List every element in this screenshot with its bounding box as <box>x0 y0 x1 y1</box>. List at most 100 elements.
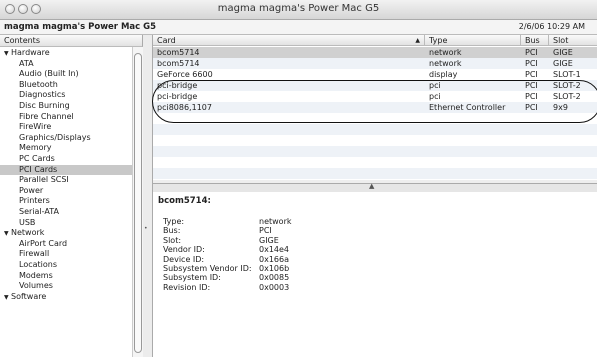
vertical-splitter[interactable]: • <box>143 35 153 357</box>
table-row[interactable]: pci8086,1107 Ethernet Controller PCI 9x9 <box>153 102 597 113</box>
system-profiler-window: magma magma's Power Mac G5 magma magma's… <box>0 0 597 357</box>
cell-bus: PCI <box>525 70 538 79</box>
detail-field-value: 0x106b <box>259 264 290 273</box>
sidebar-item-fibre-channel[interactable]: Fibre Channel <box>0 111 142 123</box>
sidebar-item-volumes[interactable]: Volumes <box>0 281 142 292</box>
detail-field: Subsystem Vendor ID: 0x106b <box>163 264 289 273</box>
table-row[interactable]: pci-bridge pci PCI SLOT-2 <box>153 80 597 91</box>
sidebar-item-bluetooth[interactable]: Bluetooth <box>0 80 142 91</box>
sidebar-item-usb[interactable]: USB <box>0 217 142 229</box>
sidebar-item-power[interactable]: Power <box>0 186 142 197</box>
sidebar-item-disc-burning[interactable]: Disc Burning <box>0 101 142 112</box>
disclosure-triangle-icon[interactable]: ▼ <box>4 293 11 304</box>
detail-field-key: Subsystem Vendor ID: <box>163 264 252 273</box>
detail-field-value: 0x0085 <box>259 273 290 283</box>
column-header-type-label: Type <box>429 36 448 45</box>
sidebar-header: Contents <box>0 35 143 47</box>
detail-field: Subsystem ID: 0x0085 <box>163 273 289 282</box>
sidebar-item-label: Modems <box>19 270 53 280</box>
detail-pane: bcom5714: Type: network Bus: PCI Slot: GIGE Ve… <box>153 192 597 357</box>
column-header-bus[interactable]: Bus <box>521 35 549 46</box>
cell-type: display <box>429 70 458 79</box>
column-header-slot[interactable]: Slot <box>549 35 597 46</box>
sidebar-item-label: ATA <box>19 58 34 68</box>
detail-field-key: Revision ID: <box>163 282 211 292</box>
detail-field-key: Bus: <box>163 226 181 236</box>
table-row[interactable]: GeForce 6600 display PCI SLOT-1 <box>153 69 597 80</box>
detail-field-key: Slot: <box>163 235 182 245</box>
cell-slot: SLOT-2 <box>553 81 581 90</box>
cell-type: pci <box>429 92 441 101</box>
sidebar-header-label: Contents <box>4 36 40 45</box>
sidebar-item-graphics-displays[interactable]: Graphics/Displays <box>0 132 142 144</box>
column-header-type[interactable]: Type <box>425 35 521 46</box>
sidebar-item-label: Fibre Channel <box>19 111 74 121</box>
sidebar-item-label: PCI Cards <box>19 164 58 174</box>
cell-type: network <box>429 59 462 68</box>
sidebar-item-label: Locations <box>19 260 58 269</box>
sidebar-item-pc-cards[interactable]: PC Cards <box>0 154 142 165</box>
sidebar-item-label: Audio (Built In) <box>19 69 79 79</box>
sidebar-item-label: Firewall <box>19 249 50 259</box>
detail-field-value: network <box>259 217 292 226</box>
title-bar[interactable]: magma magma's Power Mac G5 <box>0 0 597 20</box>
cell-bus: PCI <box>525 81 538 90</box>
sidebar-item-modems[interactable]: Modems <box>0 270 142 282</box>
sidebar-item-label: Hardware <box>11 48 50 57</box>
column-header-card-label: Card <box>157 36 176 45</box>
date-time: 2/6/06 10:29 AM <box>518 22 585 31</box>
detail-field-value: 0x14e4 <box>259 245 290 255</box>
sidebar-item-label: USB <box>19 217 36 227</box>
detail-field: Vendor ID: 0x14e4 <box>163 245 289 254</box>
empty-row <box>153 146 597 157</box>
sort-ascending-icon: ▲ <box>415 37 420 44</box>
sidebar-item-label: Graphics/Displays <box>19 132 91 142</box>
cell-slot: 9x9 <box>553 103 568 112</box>
empty-row <box>153 168 597 179</box>
table-row[interactable]: bcom5714 network PCI GIGE <box>153 58 597 69</box>
sidebar-item-label: Software <box>11 291 47 301</box>
sidebar-item-ata[interactable]: ATA <box>0 58 142 70</box>
detail-field-key: Type: <box>163 217 185 226</box>
sidebar-item-firewall[interactable]: Firewall <box>0 249 142 260</box>
sidebar-item-parallel-scsi[interactable]: Parallel SCSI <box>0 175 142 186</box>
column-header-bus-label: Bus <box>525 36 540 45</box>
sidebar-item-airport-card[interactable]: AirPort Card <box>0 239 142 250</box>
sidebar-item-printers[interactable]: Printers <box>0 196 142 207</box>
cell-bus: PCI <box>525 59 538 68</box>
cell-card: pci-bridge <box>157 92 198 101</box>
detail-field-value: PCI <box>259 226 272 236</box>
sidebar-item-audio-built-in[interactable]: Audio (Built In) <box>0 69 142 80</box>
detail-field-key: Subsystem ID: <box>163 273 221 283</box>
sidebar-item-label: Parallel SCSI <box>19 175 69 185</box>
sidebar-item-locations[interactable]: Locations <box>0 260 142 271</box>
detail-field: Device ID: 0x166a <box>163 255 289 264</box>
sidebar-item-label: Memory <box>19 143 52 153</box>
window-title: magma magma's Power Mac G5 <box>217 3 380 14</box>
sidebar-scrollbar[interactable] <box>132 47 143 357</box>
splitter-up-icon: ▲ <box>369 182 375 190</box>
table-row[interactable]: bcom5714 network PCI GIGE <box>153 47 597 58</box>
detail-field: Type: network <box>163 217 292 226</box>
sidebar-scroll-thumb[interactable] <box>134 53 142 353</box>
sidebar-item-label: FireWire <box>19 122 52 132</box>
sidebar-item-network[interactable]: ▼ Network <box>0 228 136 239</box>
column-header-card[interactable]: Card ▲ <box>153 35 425 46</box>
sidebar-item-diagnostics[interactable]: Diagnostics <box>0 90 142 101</box>
cell-bus: PCI <box>525 92 538 101</box>
empty-row <box>153 124 597 135</box>
cell-slot: SLOT-1 <box>553 70 581 79</box>
sidebar-item-serial-ata[interactable]: Serial-ATA <box>0 207 142 218</box>
sidebar-item-pci-cards[interactable]: PCI Cards <box>0 164 142 176</box>
sidebar-item-firewire[interactable]: FireWire <box>0 122 142 133</box>
cell-bus: PCI <box>525 48 538 57</box>
table-row[interactable]: pci-bridge pci PCI SLOT-2 <box>153 91 597 102</box>
sidebar-item-memory[interactable]: Memory <box>0 143 142 154</box>
cell-card: GeForce 6600 <box>157 70 213 79</box>
cell-bus: PCI <box>525 103 538 112</box>
detail-title: bcom5714: <box>158 196 211 206</box>
cell-card: bcom5714 <box>157 48 200 57</box>
sidebar-item-software[interactable]: ▼ Software <box>0 292 136 303</box>
cell-type: Ethernet Controller <box>429 103 506 112</box>
sidebar-item-hardware[interactable]: ▼ Hardware <box>0 48 136 59</box>
